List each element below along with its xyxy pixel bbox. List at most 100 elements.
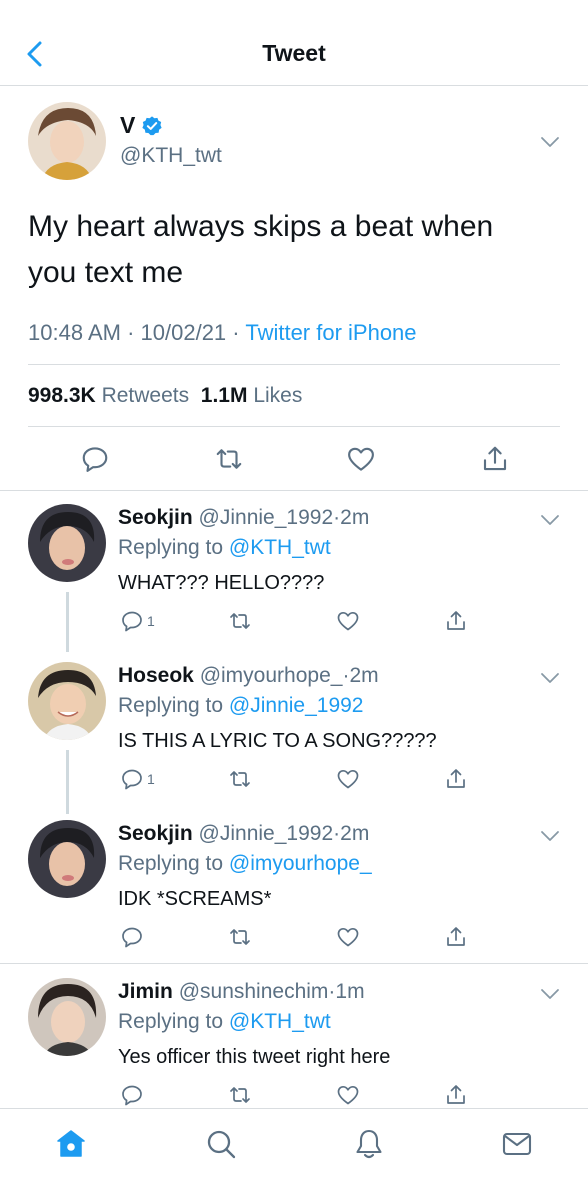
author-name[interactable]: Seokjin [118,822,193,845]
tab-notifications[interactable] [352,1127,386,1161]
chevron-down-icon[interactable] [540,514,560,526]
avatar-image [28,978,106,1056]
replying-to: Replying to @imyourhope_ [118,852,372,876]
retweet-icon[interactable] [214,444,244,474]
reply-actions [0,924,588,954]
chevron-down-icon[interactable] [540,672,560,684]
tweet-time: 10:48 AM [28,320,121,345]
tweet-actions [0,438,588,482]
search-icon [207,1130,236,1159]
retweet-icon [230,771,250,787]
reply-count: 1 [147,613,155,629]
retweet-icon [230,613,250,629]
reply-header: Seokjin @Jinnie_1992·2m [118,506,369,530]
like-button[interactable] [336,924,360,950]
avatar[interactable] [28,662,106,740]
avatar-image [28,662,106,740]
retweet-icon [230,929,250,945]
avatar[interactable] [28,978,106,1056]
divider [28,364,560,365]
replying-to-mention[interactable]: @Jinnie_1992 [229,694,364,717]
replying-to: Replying to @Jinnie_1992 [118,694,364,718]
reply-text: WHAT??? HELLO???? [118,572,325,594]
meta-separator: · [232,320,240,345]
retweets-label: Retweets [101,384,190,407]
reply-text: IDK *SCREAMS* [118,888,272,910]
tab-search[interactable] [204,1127,238,1161]
share-button[interactable] [444,1082,468,1108]
author-name[interactable]: Jimin [118,980,173,1003]
home-icon [57,1130,85,1157]
tab-home[interactable] [54,1127,88,1161]
reply-button[interactable] [120,1082,144,1108]
like-button[interactable] [336,766,360,792]
author-handle[interactable]: @KTH_twt [120,144,222,168]
main-tweet[interactable]: V @KTH_twt My heart always skips a beat … [0,86,588,490]
retweet-button[interactable] [228,1082,252,1108]
author-handle[interactable]: @Jinnie_1992 [199,506,334,529]
reply-button[interactable]: 1 [120,766,155,792]
avatar[interactable] [28,102,106,180]
reply-tweet[interactable]: Hoseok @imyourhope_·2m Replying to @Jinn… [0,648,588,808]
share-button[interactable] [444,608,468,634]
tab-messages[interactable] [500,1127,534,1161]
share-button[interactable] [444,924,468,950]
replying-to: Replying to @KTH_twt [118,1010,331,1034]
reply-button[interactable] [120,924,144,950]
reply-icon [122,1085,142,1106]
heart-icon [337,769,359,789]
chevron-down-icon[interactable] [540,136,560,148]
author-name[interactable]: V [120,112,135,139]
reply-button[interactable]: 1 [120,608,155,634]
reply-icon [122,927,142,948]
like-button[interactable] [336,1082,360,1108]
replying-to: Replying to @KTH_twt [118,536,331,560]
avatar-image [28,820,106,898]
tweet-text: My heart always skips a beat when you te… [28,210,494,289]
replying-to-mention[interactable]: @KTH_twt [229,1010,331,1033]
reply-count: 1 [147,771,155,787]
share-icon[interactable] [480,444,510,474]
heart-icon[interactable] [346,444,376,474]
heart-icon [337,611,359,631]
author-handle[interactable]: @sunshinechim [179,980,329,1003]
reply-time: 2m [349,664,379,687]
retweet-button[interactable] [228,766,252,792]
tweet-meta: 10:48 AM · 10/02/21 · Twitter for iPhone [28,320,417,346]
author-handle[interactable]: @imyourhope_ [200,664,343,687]
author-name[interactable]: Seokjin [118,506,193,529]
divider [28,426,560,427]
reply-actions: 1 [0,766,588,796]
reply-tweet[interactable]: Seokjin @Jinnie_1992·2m Replying to @imy… [0,806,588,964]
likes-label: Likes [253,384,303,407]
replying-prefix: Replying to [118,1010,224,1033]
retweets-count: 998.3K [28,384,96,407]
chevron-down-icon[interactable] [540,830,560,842]
bell-icon [356,1129,382,1159]
tweet-source-link[interactable]: Twitter for iPhone [245,320,416,345]
retweet-button[interactable] [228,608,252,634]
chevron-down-icon[interactable] [540,988,560,1000]
tweet-stats: 998.3K Retweets 1.1M Likes [28,384,302,408]
bottom-tab-bar [0,1108,588,1200]
reply-text: IS THIS A LYRIC TO A SONG????? [118,730,437,752]
share-icon [447,611,465,630]
share-icon [447,1085,465,1104]
avatar-image [28,102,106,180]
avatar-image [28,504,106,582]
avatar[interactable] [28,820,106,898]
reply-tweet[interactable]: Seokjin @Jinnie_1992·2m Replying to @KTH… [0,490,588,650]
retweets-stat[interactable]: 998.3K Retweets [28,384,189,407]
like-button[interactable] [336,608,360,634]
likes-stat[interactable]: 1.1M Likes [201,384,303,407]
author-handle[interactable]: @Jinnie_1992 [199,822,334,845]
replying-to-mention[interactable]: @imyourhope_ [229,852,372,875]
author-name[interactable]: Hoseok [118,664,194,687]
retweet-button[interactable] [228,924,252,950]
reply-tweet[interactable]: Jimin @sunshinechim·1m Replying to @KTH_… [0,964,588,1108]
replying-prefix: Replying to [118,694,224,717]
share-button[interactable] [444,766,468,792]
avatar[interactable] [28,504,106,582]
replying-to-mention[interactable]: @KTH_twt [229,536,331,559]
reply-icon[interactable] [80,444,110,474]
